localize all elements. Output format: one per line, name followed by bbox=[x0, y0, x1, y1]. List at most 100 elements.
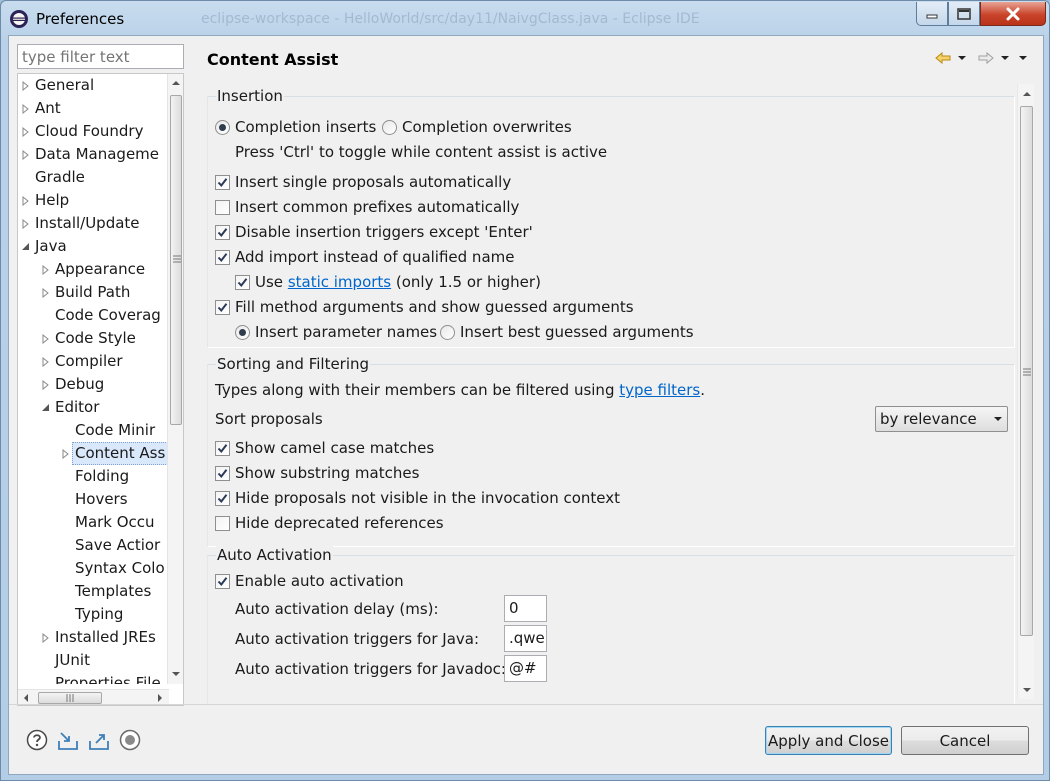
tree-item[interactable]: Mark Occu bbox=[18, 511, 169, 534]
checkbox[interactable] bbox=[215, 465, 230, 481]
tree-collapsed-icon[interactable] bbox=[20, 212, 30, 235]
scroll-up-icon[interactable] bbox=[1022, 90, 1032, 98]
scroll-down-icon[interactable] bbox=[1022, 686, 1032, 694]
close-window-button[interactable] bbox=[980, 2, 1046, 26]
scroll-down-icon[interactable] bbox=[171, 670, 181, 678]
tree-collapsed-icon[interactable] bbox=[40, 373, 50, 396]
filter-input[interactable] bbox=[17, 44, 184, 69]
checkbox[interactable] bbox=[215, 515, 230, 531]
camel-case-checkbox[interactable]: Show camel case matches bbox=[215, 437, 434, 459]
tree-collapsed-icon[interactable] bbox=[20, 189, 30, 212]
tree-item[interactable]: Editor bbox=[18, 396, 169, 419]
hide-deprecated-checkbox[interactable]: Hide deprecated references bbox=[215, 512, 444, 534]
tree-item[interactable]: Templates bbox=[18, 580, 169, 603]
tree-horizontal-scrollbar[interactable] bbox=[18, 689, 169, 705]
tree-item[interactable]: Hovers bbox=[18, 488, 169, 511]
tree-item[interactable]: Compiler bbox=[18, 350, 169, 373]
radio-button[interactable] bbox=[215, 119, 230, 135]
substring-checkbox[interactable]: Show substring matches bbox=[215, 462, 419, 484]
common-prefixes-checkbox[interactable]: Insert common prefixes automatically bbox=[215, 196, 519, 218]
tree-item[interactable]: Cloud Foundry bbox=[18, 120, 169, 143]
tree-item[interactable]: General bbox=[18, 74, 169, 97]
checkbox[interactable] bbox=[215, 199, 230, 215]
radio-button[interactable] bbox=[235, 324, 250, 340]
tree-item[interactable]: Install/Update bbox=[18, 212, 169, 235]
tree-collapsed-icon[interactable] bbox=[40, 350, 50, 373]
checkbox[interactable] bbox=[235, 274, 250, 290]
insert-param-names-radio[interactable]: Insert parameter names bbox=[235, 321, 437, 343]
back-button[interactable] bbox=[934, 48, 968, 68]
scroll-up-icon[interactable] bbox=[171, 79, 181, 87]
checkbox[interactable] bbox=[215, 174, 230, 190]
radio-button[interactable] bbox=[382, 119, 397, 135]
tree-horizontal-thumb[interactable] bbox=[38, 692, 102, 704]
tree-collapsed-icon[interactable] bbox=[40, 281, 50, 304]
tree-item[interactable]: Java bbox=[18, 235, 169, 258]
delay-input[interactable]: 0 bbox=[504, 595, 547, 622]
tree-item[interactable]: Data Manageme bbox=[18, 143, 169, 166]
tree-vertical-scrollbar[interactable] bbox=[167, 74, 183, 684]
page-vertical-thumb[interactable] bbox=[1020, 106, 1033, 636]
tree-item[interactable]: Folding bbox=[18, 465, 169, 488]
tree-collapsed-icon[interactable] bbox=[40, 258, 50, 281]
tree-item[interactable]: Help bbox=[18, 189, 169, 212]
checkbox[interactable] bbox=[215, 249, 230, 265]
cancel-button[interactable]: Cancel bbox=[901, 726, 1029, 755]
tree-collapsed-icon[interactable] bbox=[20, 143, 30, 166]
help-icon[interactable] bbox=[26, 729, 48, 751]
fill-arguments-checkbox[interactable]: Fill method arguments and show guessed a… bbox=[215, 296, 634, 318]
tree-expanded-icon[interactable] bbox=[40, 396, 50, 419]
tree-collapsed-icon[interactable] bbox=[20, 120, 30, 143]
title-bar[interactable]: Preferences eclipse-workspace - HelloWor… bbox=[1, 1, 1049, 35]
checkbox[interactable] bbox=[215, 299, 230, 315]
type-filters-link[interactable]: type filters bbox=[619, 379, 700, 401]
completion-overwrites-radio[interactable]: Completion overwrites bbox=[382, 116, 572, 138]
forward-button[interactable] bbox=[977, 48, 1011, 68]
record-icon[interactable] bbox=[119, 729, 141, 751]
tree-item[interactable]: Ant bbox=[18, 97, 169, 120]
maximize-button[interactable] bbox=[948, 2, 980, 26]
tree-item[interactable]: Properties File bbox=[18, 672, 169, 684]
tree-item[interactable]: Save Actior bbox=[18, 534, 169, 557]
tree-item[interactable]: Syntax Colo bbox=[18, 557, 169, 580]
tree-item[interactable]: Code Coverag bbox=[18, 304, 169, 327]
radio-button[interactable] bbox=[440, 324, 455, 340]
static-imports-link[interactable]: static imports bbox=[288, 271, 391, 293]
checkbox[interactable] bbox=[215, 224, 230, 240]
checkbox[interactable] bbox=[215, 490, 230, 506]
tree-expanded-icon[interactable] bbox=[20, 235, 30, 258]
tree-item[interactable]: Build Path bbox=[18, 281, 169, 304]
tree-collapsed-icon[interactable] bbox=[60, 442, 70, 465]
tree-item[interactable]: Typing bbox=[18, 603, 169, 626]
tree-item[interactable]: Code Minir bbox=[18, 419, 169, 442]
view-menu-button[interactable] bbox=[1017, 48, 1029, 68]
page-vertical-scrollbar[interactable] bbox=[1017, 84, 1034, 699]
javadoc-triggers-input[interactable]: @# bbox=[504, 655, 547, 682]
checkbox[interactable] bbox=[215, 573, 230, 589]
tree-collapsed-icon[interactable] bbox=[20, 97, 30, 120]
checkbox[interactable] bbox=[215, 440, 230, 456]
tree-collapsed-icon[interactable] bbox=[20, 74, 30, 97]
tree-item[interactable]: Code Style bbox=[18, 327, 169, 350]
tree-collapsed-icon[interactable] bbox=[40, 327, 50, 350]
tree-collapsed-icon[interactable] bbox=[40, 626, 50, 649]
tree-item[interactable]: JUnit bbox=[18, 649, 169, 672]
add-import-checkbox[interactable]: Add import instead of qualified name bbox=[215, 246, 514, 268]
apply-and-close-button[interactable]: Apply and Close bbox=[765, 726, 892, 755]
tree-item[interactable]: Content Ass bbox=[18, 442, 169, 465]
sort-proposals-select[interactable]: by relevance bbox=[875, 406, 1008, 432]
hide-not-visible-checkbox[interactable]: Hide proposals not visible in the invoca… bbox=[215, 487, 620, 509]
completion-inserts-radio[interactable]: Completion inserts bbox=[215, 116, 376, 138]
tree-vertical-thumb[interactable] bbox=[170, 95, 182, 425]
insert-best-guessed-radio[interactable]: Insert best guessed arguments bbox=[440, 321, 694, 343]
tree-item[interactable]: Appearance bbox=[18, 258, 169, 281]
single-proposals-checkbox[interactable]: Insert single proposals automatically bbox=[215, 171, 511, 193]
export-icon[interactable] bbox=[88, 729, 110, 751]
tree-item[interactable]: Installed JREs bbox=[18, 626, 169, 649]
tree-item[interactable]: Debug bbox=[18, 373, 169, 396]
import-icon[interactable] bbox=[57, 729, 79, 751]
scroll-left-icon[interactable] bbox=[22, 693, 30, 703]
scroll-right-icon[interactable] bbox=[156, 693, 164, 703]
minimize-button[interactable] bbox=[916, 2, 948, 26]
tree-item[interactable]: Gradle bbox=[18, 166, 169, 189]
